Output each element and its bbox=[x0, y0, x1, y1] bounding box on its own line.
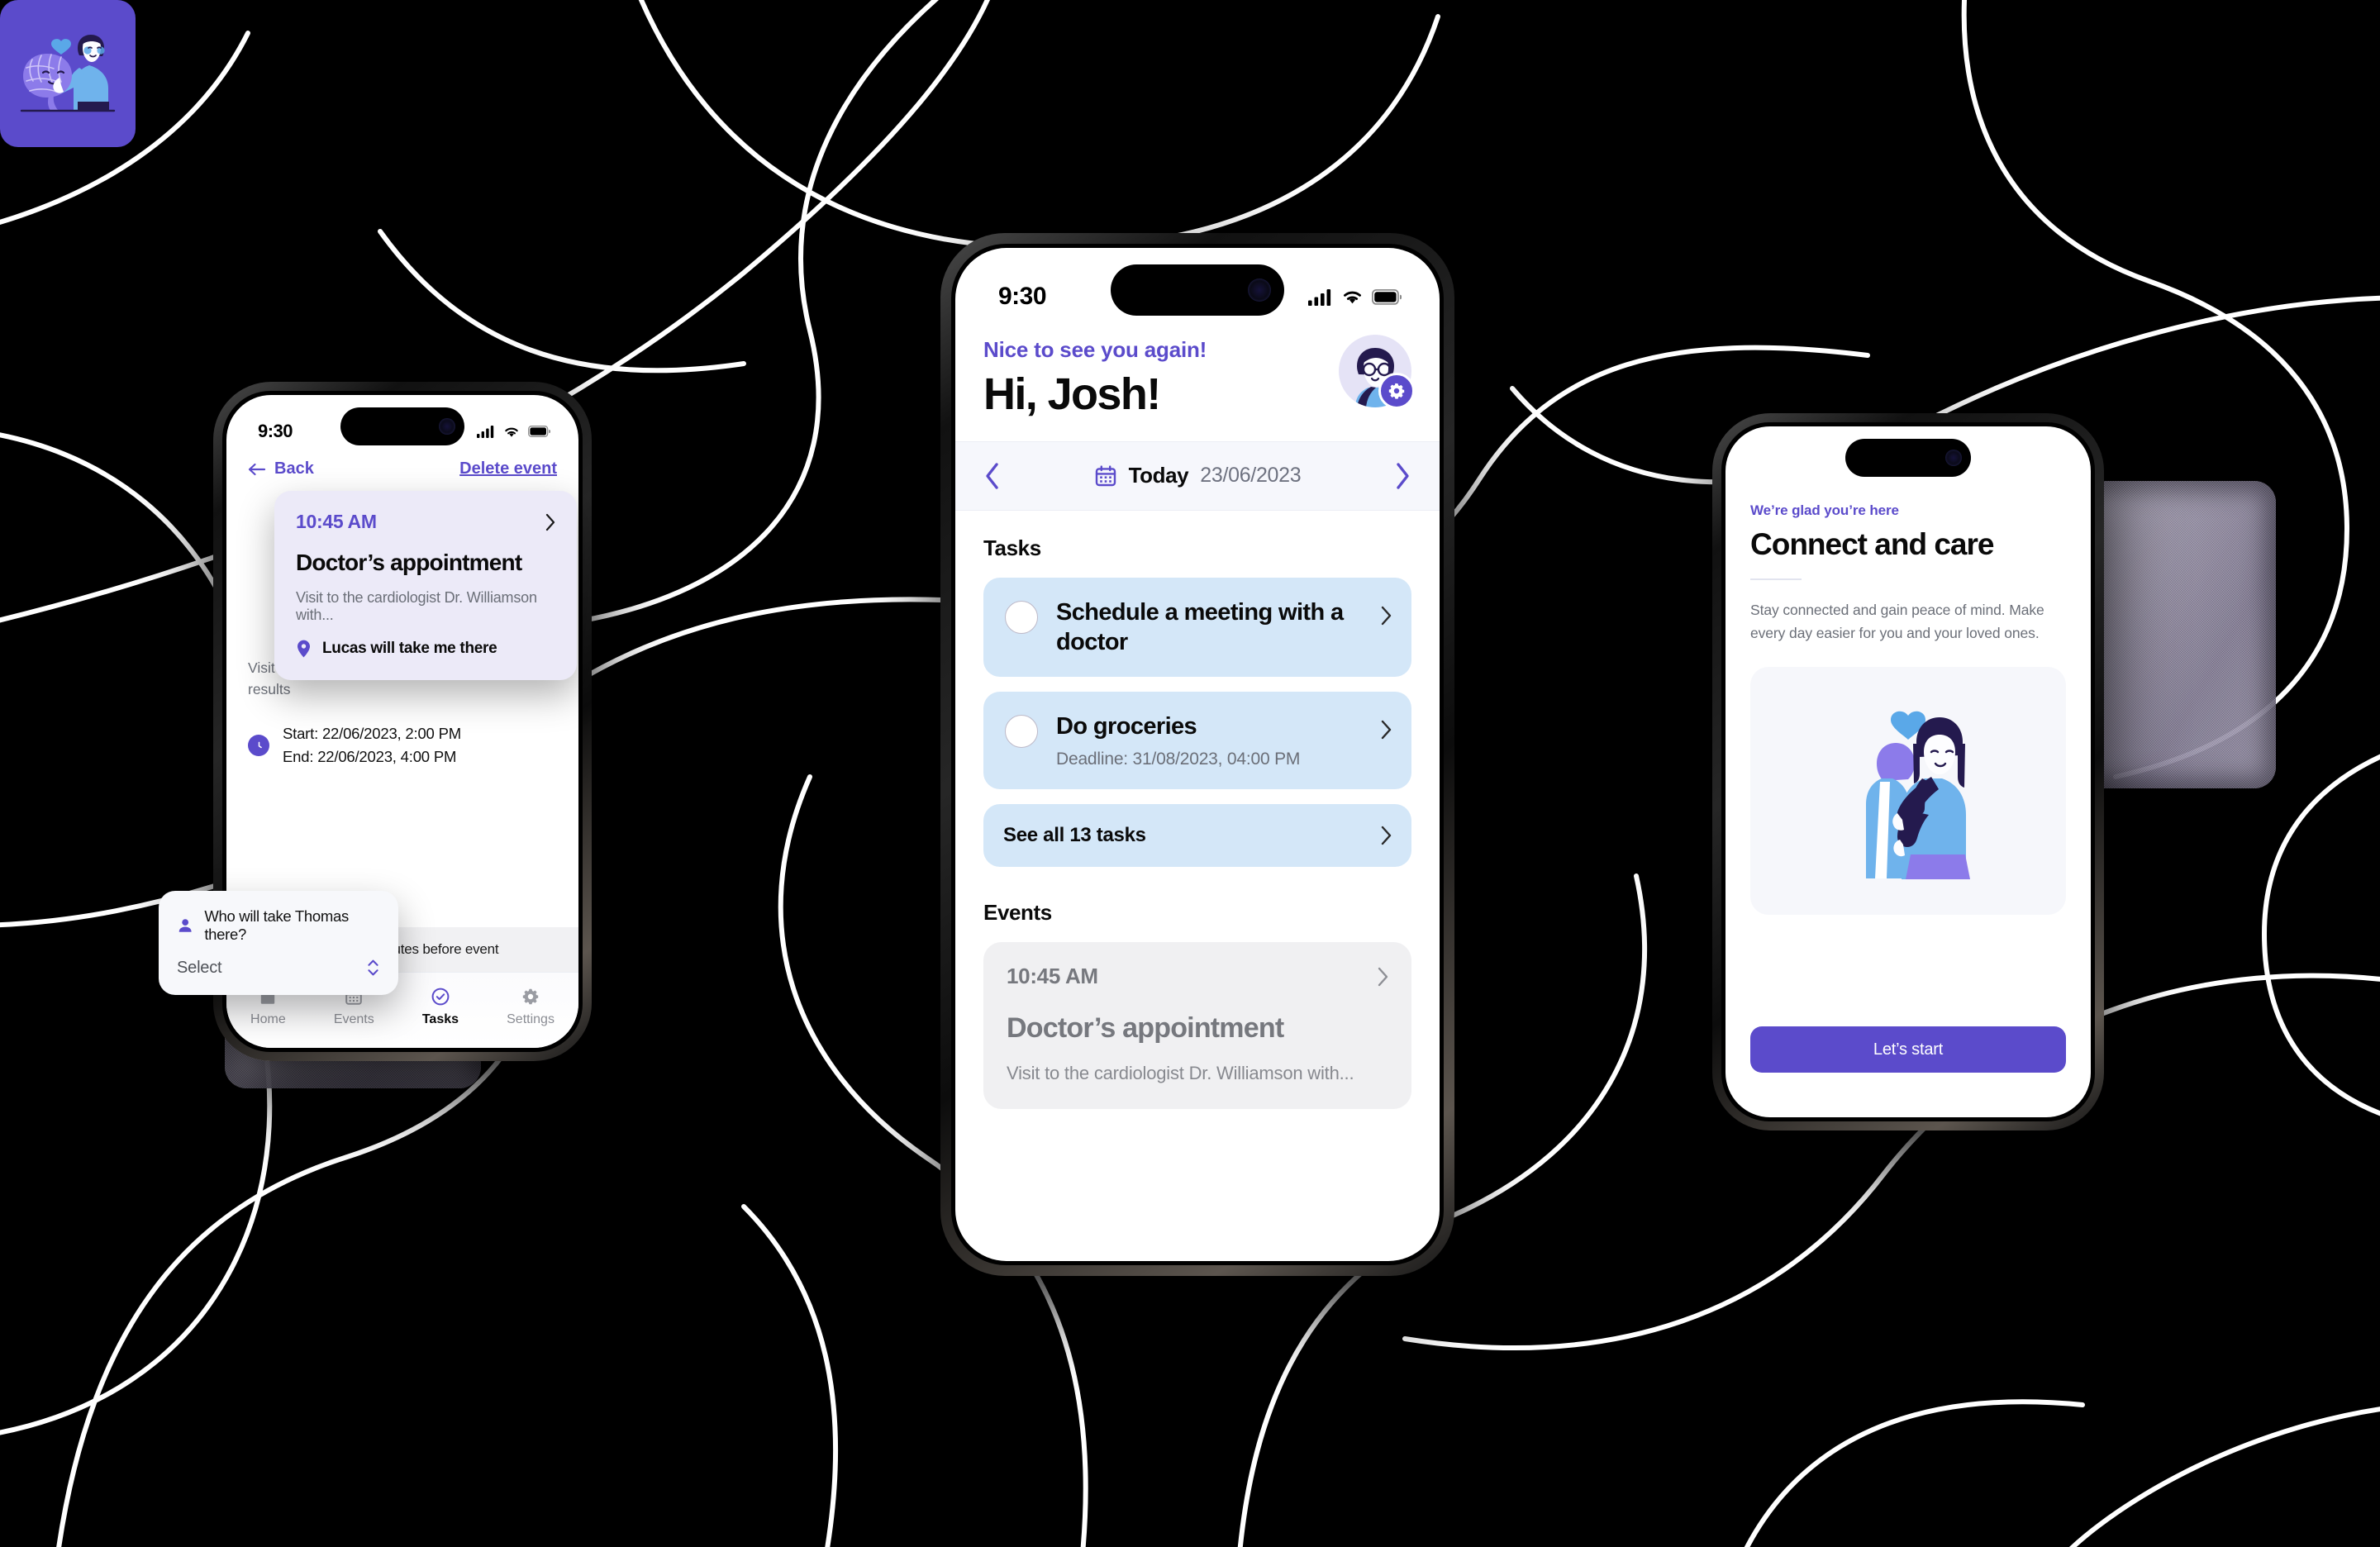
tab-events-label: Events bbox=[333, 1011, 374, 1026]
gear-icon[interactable] bbox=[1378, 373, 1415, 409]
signal-bars-icon bbox=[1308, 288, 1331, 306]
floating-event-location: Lucas will take me there bbox=[296, 639, 555, 659]
task-checkbox[interactable] bbox=[1005, 600, 1038, 634]
task-card[interactable]: Do groceries Deadline: 31/08/2023, 04:00… bbox=[983, 692, 1411, 790]
floating-event-card[interactable]: 10:45 AM Doctor’s appointment Visit to t… bbox=[274, 491, 577, 680]
battery-full-icon bbox=[528, 426, 550, 437]
floating-event-location-label: Lucas will take me there bbox=[322, 640, 497, 657]
task-title: Do groceries bbox=[1056, 713, 1197, 740]
map-pin-icon bbox=[298, 640, 310, 658]
tab-tasks-label: Tasks bbox=[421, 1011, 459, 1026]
phone-bezel: We’re glad you’re here Connect and care … bbox=[1721, 422, 2095, 1121]
person-icon bbox=[178, 919, 192, 932]
chevron-up-down-icon[interactable] bbox=[366, 957, 380, 978]
task-title: Schedule a meeting with a doctor bbox=[1056, 598, 1344, 655]
chevron-right-icon bbox=[1381, 720, 1392, 740]
chevron-right-icon bbox=[545, 513, 555, 531]
event-card[interactable]: 10:45 AM Doctor’s appointment Visit to t… bbox=[983, 942, 1411, 1110]
select-question-label: Who will take Thomas there? bbox=[204, 907, 349, 943]
tab-settings-label: Settings bbox=[507, 1011, 555, 1026]
event-title: Doctor’s appointment bbox=[1007, 1012, 1284, 1045]
status-bar: 9:30 bbox=[955, 248, 1440, 327]
event-time-range: Start: 22/06/2023, 2:00 PM End: 22/06/20… bbox=[226, 722, 578, 769]
check-circle-icon bbox=[431, 988, 450, 1005]
chevron-right-icon bbox=[1378, 967, 1388, 987]
family-hug-illustration bbox=[1750, 666, 2066, 915]
tab-home-label: Home bbox=[250, 1011, 286, 1026]
gear-icon bbox=[522, 988, 539, 1004]
status-time: 9:30 bbox=[258, 421, 293, 441]
arrow-left-icon bbox=[248, 463, 266, 475]
select-value: Select bbox=[177, 958, 222, 977]
chevron-right-icon bbox=[1381, 606, 1392, 625]
tasks-section-title: Tasks bbox=[983, 535, 1041, 560]
avatar[interactable] bbox=[1339, 335, 1415, 409]
dynamic-island bbox=[1845, 439, 1971, 477]
status-bar: 9:30 bbox=[226, 395, 578, 455]
date-value: 23/06/2023 bbox=[1200, 464, 1302, 488]
task-checkbox[interactable] bbox=[1005, 715, 1038, 749]
phone-right-onboarding: We’re glad you’re here Connect and care … bbox=[1712, 413, 2104, 1130]
event-detail-navbar: Back Delete event bbox=[226, 459, 578, 478]
event-end-time: End: 22/06/2023, 4:00 PM bbox=[283, 748, 457, 766]
event-start-time: Start: 22/06/2023, 2:00 PM bbox=[283, 724, 461, 742]
wifi-icon bbox=[505, 427, 518, 437]
back-label: Back bbox=[274, 459, 314, 478]
wifi-icon bbox=[1344, 291, 1361, 304]
delete-event-button[interactable]: Delete event bbox=[459, 459, 557, 478]
task-card[interactable]: Schedule a meeting with a doctor bbox=[983, 577, 1411, 678]
battery-full-icon bbox=[1372, 288, 1402, 305]
clock-icon bbox=[248, 735, 269, 757]
calendar-icon bbox=[1095, 465, 1116, 486]
title-divider bbox=[1750, 578, 1802, 580]
back-button[interactable]: Back bbox=[248, 459, 314, 478]
tab-settings[interactable]: Settings bbox=[507, 986, 555, 1027]
phone-center-home: 9:30 Nice to see you again! Hi, Josh! To… bbox=[940, 233, 1454, 1276]
phone-screen: We’re glad you’re here Connect and care … bbox=[1726, 426, 2091, 1117]
onboarding-body: Stay connected and gain peace of mind. M… bbox=[1750, 602, 2044, 642]
onboarding-title: Connect and care bbox=[1750, 527, 1994, 561]
date-label: Today bbox=[1128, 463, 1189, 488]
signal-bars-icon bbox=[477, 426, 494, 438]
onboarding-eyebrow: We’re glad you’re here bbox=[1750, 502, 1899, 518]
phone-screen: 9:30 bbox=[955, 248, 1440, 1261]
see-all-tasks-label: See all 13 tasks bbox=[1003, 824, 1146, 847]
see-all-tasks-button[interactable]: See all 13 tasks bbox=[983, 804, 1411, 868]
chevron-left-icon[interactable] bbox=[983, 462, 1002, 490]
chevron-right-icon[interactable] bbox=[1393, 462, 1411, 490]
event-description: Visit to the cardiologist Dr. Williamson… bbox=[1007, 1063, 1354, 1084]
phone-bezel: 9:30 bbox=[951, 244, 1444, 1265]
floating-event-title: Doctor’s appointment bbox=[296, 550, 522, 575]
chevron-right-icon bbox=[1381, 826, 1392, 845]
floating-event-description: Visit to the cardiologist Dr. Williamson… bbox=[296, 589, 537, 623]
status-time: 9:30 bbox=[998, 283, 1047, 310]
front-camera-icon bbox=[1945, 450, 1962, 466]
floating-select-card[interactable]: Who will take Thomas there? Select bbox=[159, 891, 398, 995]
page-title: Hi, Josh! bbox=[983, 369, 1161, 419]
floating-event-time: 10:45 AM bbox=[296, 511, 377, 532]
composition-stage: 9:30 Back Delete event Visit results Sta… bbox=[0, 0, 2380, 1547]
event-time: 10:45 AM bbox=[1007, 964, 1098, 989]
tab-tasks[interactable]: Tasks bbox=[422, 986, 459, 1027]
task-deadline: Deadline: 31/08/2023, 04:00 PM bbox=[1056, 750, 1301, 769]
lets-start-button[interactable]: Let’s start bbox=[1750, 1026, 2066, 1073]
date-navigation-bar: Today 23/06/2023 bbox=[955, 440, 1440, 511]
events-section-title: Events bbox=[983, 900, 1052, 926]
